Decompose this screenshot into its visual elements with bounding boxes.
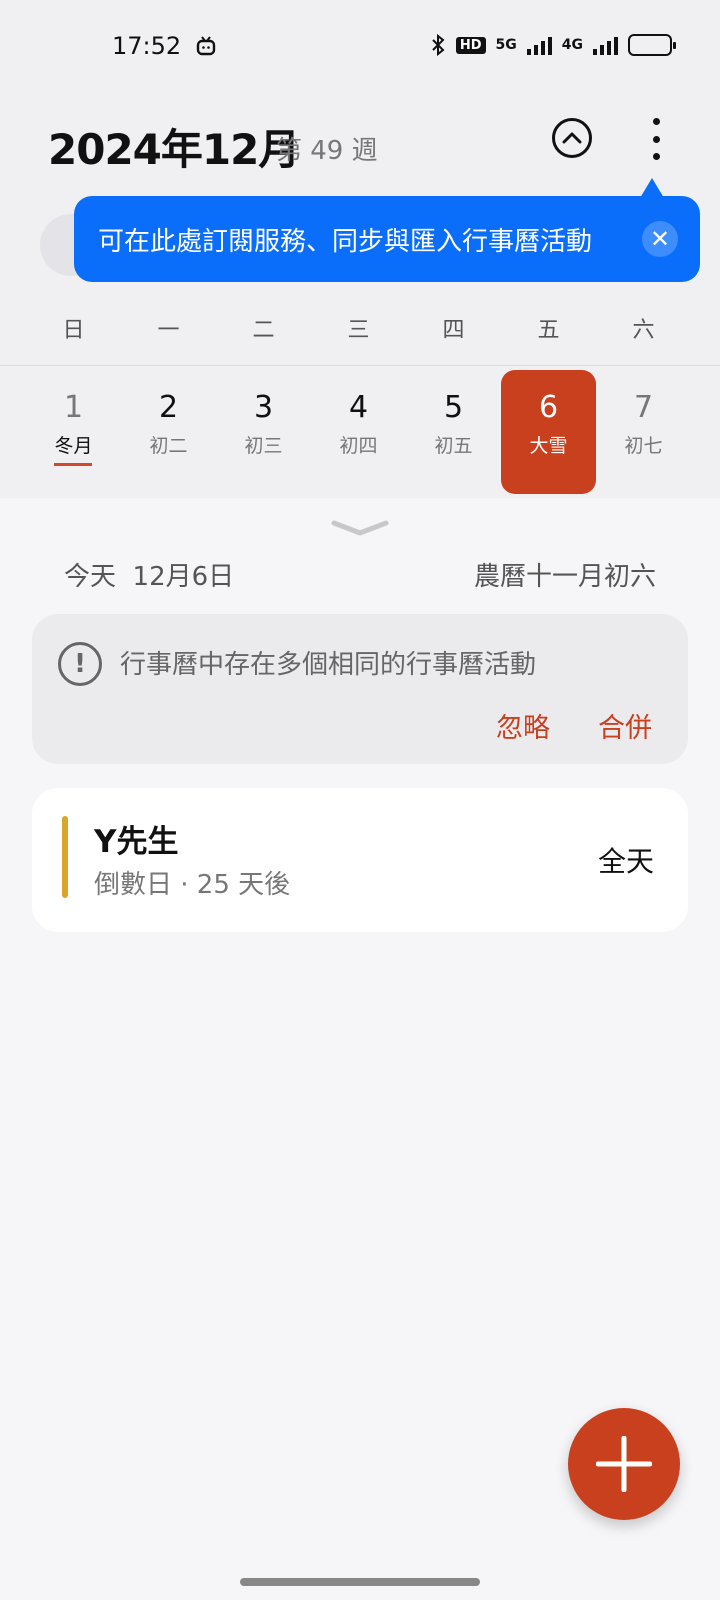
weekday-thu: 四 (442, 318, 465, 343)
day-number: 7 (633, 390, 654, 425)
day-lunar-label: 冬月 (54, 435, 93, 457)
tooltip-text: 可在此處訂閱服務、同步與匯入行事曆活動 (98, 226, 593, 257)
bluetooth-icon (432, 34, 445, 56)
today-info-row: 今天 12月6日 農曆十一月初六 (64, 556, 656, 593)
day-cell[interactable]: 1 冬月 (26, 370, 121, 494)
day-cell-selected[interactable]: 6 大雪 (501, 370, 596, 494)
day-number: 5 (443, 390, 464, 425)
status-time: 17:52 (112, 32, 182, 60)
more-options-button[interactable] (646, 118, 666, 160)
add-event-button[interactable] (568, 1408, 680, 1520)
collapse-calendar-button[interactable] (552, 118, 592, 158)
event-subtitle: 倒數日 · 25 天後 (94, 870, 291, 900)
day-cell[interactable]: 5 初五 (406, 370, 501, 494)
day-number: 6 (538, 390, 559, 425)
home-indicator[interactable] (240, 1578, 480, 1586)
network-4g-label: 4G (561, 37, 583, 53)
event-title: Y先生 (94, 824, 179, 860)
day-cell[interactable]: 3 初三 (216, 370, 311, 494)
signal-5g-icon (526, 35, 552, 55)
chevron-down-icon[interactable] (330, 518, 390, 538)
signal-4g-icon (593, 35, 618, 55)
month-title[interactable]: 2024年12月 (48, 116, 300, 177)
plus-icon (596, 1436, 652, 1492)
close-icon[interactable]: ✕ (642, 221, 678, 257)
calendar-screen: 17:52 HD 5G 4G 2024年12月 第 49 週 可在此處訂閱服務、… (0, 0, 720, 1600)
day-cell[interactable]: 4 初四 (311, 370, 406, 494)
weekday-header: 日 一 二 三 四 五 六 (0, 296, 720, 366)
chevron-up-icon (562, 132, 582, 144)
day-number: 2 (158, 390, 179, 425)
status-bar: 17:52 HD 5G 4G (0, 0, 720, 96)
weekday-mon: 一 (157, 318, 180, 343)
day-number: 4 (348, 390, 369, 425)
hd-voice-badge: HD (455, 36, 486, 54)
day-cell[interactable]: 7 初七 (596, 370, 691, 494)
warning-actions: 忽略 合併 (496, 706, 652, 745)
exclamation-icon: ! (58, 642, 102, 686)
weekday-wed: 三 (347, 318, 370, 343)
status-icons: HD 5G 4G (430, 34, 676, 56)
week-days-row: 1 冬月 2 初二 3 初三 4 初四 5 初五 6 大雪 7 初七 (0, 366, 720, 498)
weekday-sat: 六 (632, 318, 655, 343)
lunar-date-label: 農曆十一月初六 (473, 562, 656, 592)
network-5g-label: 5G (495, 37, 517, 53)
day-number: 1 (63, 390, 84, 425)
event-item[interactable]: Y先生 倒數日 · 25 天後 全天 (32, 788, 688, 932)
event-color-bar (62, 816, 68, 898)
duplicate-warning-text: 行事曆中存在多個相同的行事曆活動 (120, 650, 537, 680)
subscribe-tooltip: 可在此處訂閱服務、同步與匯入行事曆活動 ✕ (74, 178, 700, 282)
day-lunar-label: 初三 (244, 435, 283, 457)
merge-button[interactable]: 合併 (598, 706, 652, 745)
event-time-label: 全天 (597, 845, 654, 878)
day-lunar-label: 初四 (339, 435, 378, 457)
battery-icon (628, 34, 676, 56)
day-lunar-label: 初七 (624, 435, 663, 457)
day-lunar-label: 初五 (434, 435, 473, 457)
today-date-label: 今天 12月6日 (64, 562, 235, 592)
duplicate-events-card: ! 行事曆中存在多個相同的行事曆活動 忽略 合併 (32, 614, 688, 764)
weekday-fri: 五 (537, 318, 560, 343)
week-number-label: 第 49 週 (276, 136, 378, 166)
weekday-sun: 日 (62, 318, 85, 343)
tv-app-icon (196, 36, 216, 56)
ignore-button[interactable]: 忽略 (496, 706, 550, 745)
day-lunar-label: 初二 (149, 435, 188, 457)
day-cell[interactable]: 2 初二 (121, 370, 216, 494)
weekday-tue: 二 (252, 318, 275, 343)
day-lunar-label: 大雪 (529, 435, 568, 457)
more-dot (652, 153, 660, 160)
day-number: 3 (253, 390, 274, 425)
more-dot (652, 135, 660, 143)
more-dot (652, 118, 660, 125)
solar-term-underline (54, 463, 92, 466)
